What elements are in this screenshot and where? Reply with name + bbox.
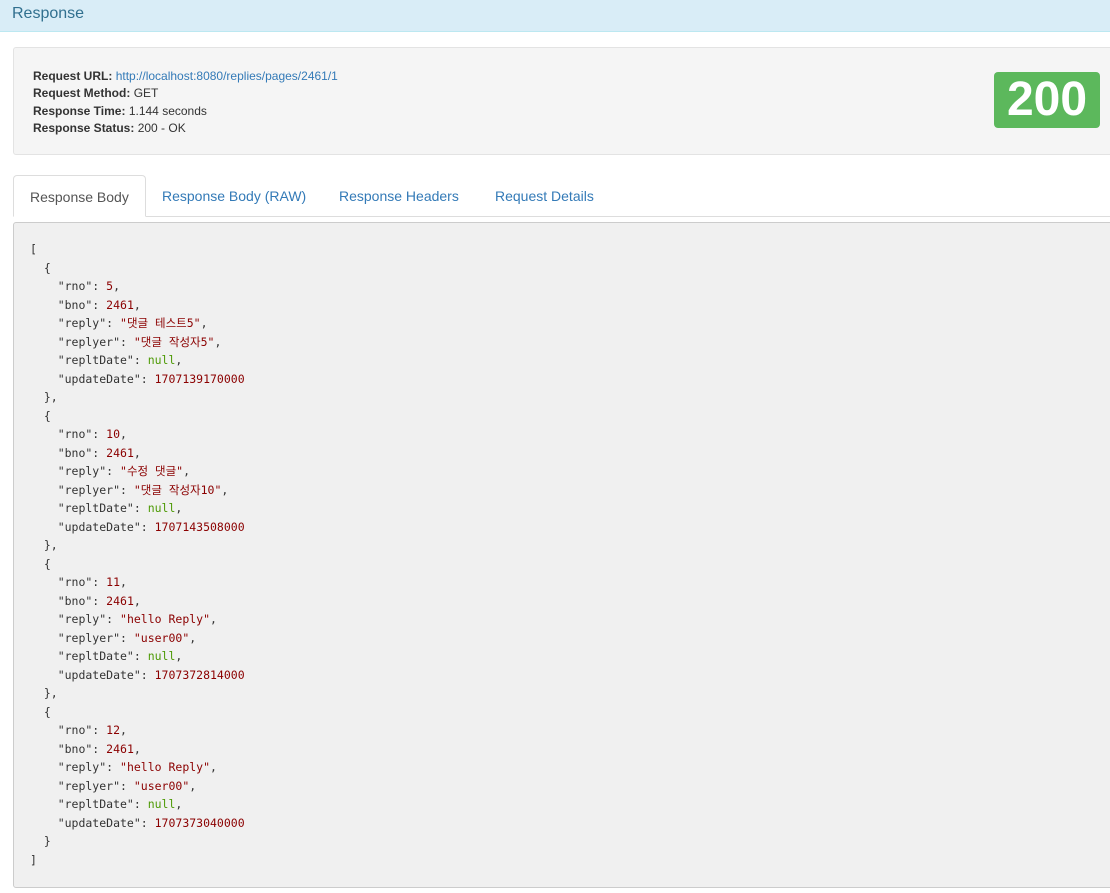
replyer-value: "user00" — [133, 778, 190, 793]
reply-value: "수정 댓글" — [120, 464, 184, 478]
response-body-panel: [ { "rno": 5, "bno": 2461, "reply": "댓글 … — [13, 222, 1110, 888]
rno-value: 5 — [106, 279, 114, 293]
json-object-3: { "rno": 12, "bno": 2461, "reply": "hell… — [43, 704, 245, 849]
bno-value: 2461 — [106, 297, 134, 312]
request-method-label: Request Method: — [33, 86, 131, 101]
request-summary-panel: Request URL: http://localhost:8080/repli… — [13, 47, 1110, 155]
updatedate-value: 1707139170000 — [154, 371, 245, 386]
bno-value: 2461 — [106, 741, 134, 756]
repltdate-value: null — [147, 649, 176, 663]
summary-lines: Request URL: http://localhost:8080/repli… — [33, 68, 338, 137]
request-url-row: Request URL: http://localhost:8080/repli… — [33, 68, 338, 85]
bno-value: 2461 — [106, 445, 134, 460]
repltdate-value: null — [147, 353, 176, 367]
response-time-value: 1.144 seconds — [128, 103, 207, 118]
response-time-label: Response Time: — [33, 103, 126, 118]
status-code-badge: 200 — [994, 72, 1100, 128]
rno-value: 12 — [106, 723, 121, 737]
tab-request-details[interactable]: Request Details — [479, 175, 610, 217]
response-tabs: Response Body Response Body (RAW) Respon… — [13, 175, 1110, 217]
response-status-value: 200 - OK — [137, 120, 186, 135]
response-header: Response — [0, 0, 1110, 32]
response-status-row: Response Status: 200 - OK — [33, 120, 338, 137]
header-title: Response — [12, 5, 85, 22]
bno-value: 2461 — [106, 593, 134, 608]
repltdate-value: null — [147, 797, 176, 811]
reply-value: "댓글 테스트5" — [120, 316, 201, 330]
reply-value: "hello Reply" — [120, 612, 211, 626]
updatedate-value: 1707372814000 — [154, 667, 245, 682]
json-object-0: { "rno": 5, "bno": 2461, "reply": "댓글 테스… — [43, 260, 245, 405]
json-object-1: { "rno": 10, "bno": 2461, "reply": "수정 댓… — [43, 408, 245, 553]
replyer-value: "user00" — [133, 630, 190, 645]
request-method-row: Request Method: GET — [33, 85, 338, 102]
repltdate-value: null — [147, 501, 176, 515]
tab-response-body[interactable]: Response Body — [13, 175, 146, 217]
updatedate-value: 1707373040000 — [154, 815, 245, 830]
reply-value: "hello Reply" — [120, 760, 211, 774]
rno-value: 10 — [106, 427, 121, 441]
rno-value: 11 — [106, 575, 121, 589]
request-url-label: Request URL: — [33, 69, 113, 83]
response-status-label: Response Status: — [33, 120, 135, 135]
tab-response-body-raw[interactable]: Response Body (RAW) — [146, 175, 322, 217]
request-url-link[interactable]: http://localhost:8080/replies/pages/2461… — [116, 69, 338, 83]
response-time-row: Response Time: 1.144 seconds — [33, 103, 338, 120]
replyer-value: "댓글 작성자10" — [133, 482, 222, 497]
json-object-2: { "rno": 11, "bno": 2461, "reply": "hell… — [43, 556, 245, 701]
json-body: [ { "rno": 5, "bno": 2461, "reply": "댓글 … — [30, 242, 245, 867]
tab-response-headers[interactable]: Response Headers — [323, 175, 475, 217]
replyer-value: "댓글 작성자5" — [133, 334, 215, 349]
updatedate-value: 1707143508000 — [154, 519, 245, 534]
request-method-value: GET — [133, 86, 159, 101]
